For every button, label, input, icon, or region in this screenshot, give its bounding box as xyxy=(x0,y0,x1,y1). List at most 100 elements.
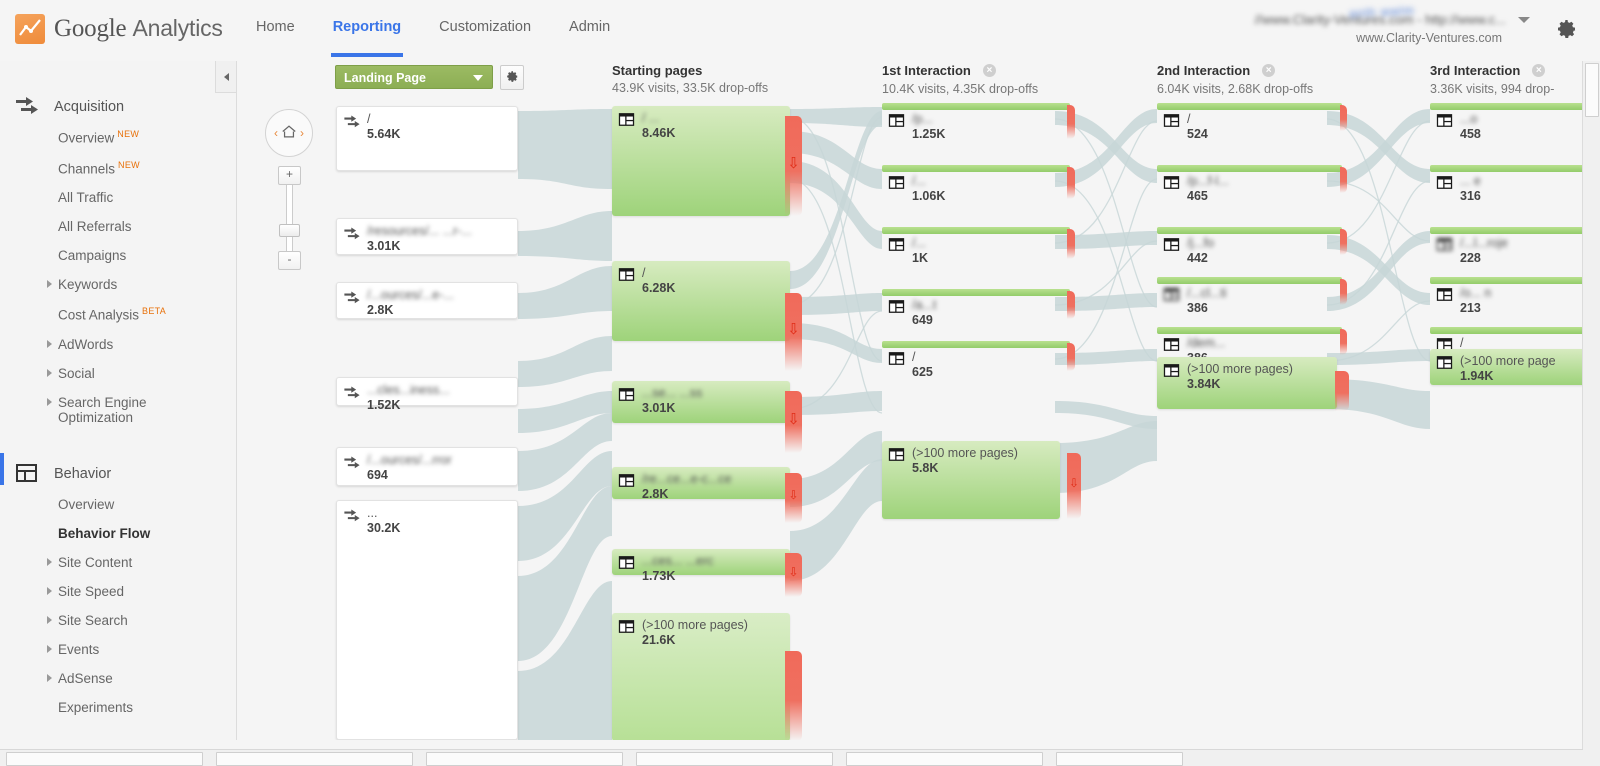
nav-admin[interactable]: Admin xyxy=(550,0,629,42)
sidebar-collapse-button[interactable] xyxy=(215,61,236,93)
node-value: 213 xyxy=(1460,301,1481,315)
landing-page-node[interactable]: ... 30.2K xyxy=(336,500,518,740)
sidebar-item-label: Site Search xyxy=(58,612,128,628)
horizontal-scrollbar-thumb[interactable] xyxy=(6,752,203,766)
sidebar-item-site-content[interactable]: Site Content xyxy=(0,548,236,577)
page-icon xyxy=(888,113,905,131)
interaction3-node[interactable]: /o... n 213 xyxy=(1430,277,1600,317)
sidebar-item-experiments[interactable]: Experiments xyxy=(0,693,236,722)
drop-off-indicator[interactable]: ⇩ xyxy=(785,553,802,597)
horizontal-scrollbar-thumb[interactable] xyxy=(216,752,413,766)
drop-off-indicator[interactable] xyxy=(1340,229,1347,255)
drop-off-indicator[interactable]: ⇩ xyxy=(785,116,802,216)
interaction2-node[interactable]: / 524 xyxy=(1157,103,1342,143)
sidebar-item-label: AdWords xyxy=(58,336,114,352)
interaction1-node[interactable]: /... 1K xyxy=(882,227,1070,267)
drop-off-indicator[interactable] xyxy=(1067,229,1075,259)
interaction3-node[interactable]: ... e 316 xyxy=(1430,165,1600,205)
node-bar xyxy=(882,165,1070,172)
node-label: (>100 more pages) xyxy=(642,618,748,632)
node-label: (>100 more page xyxy=(1460,354,1556,368)
layout-icon xyxy=(14,463,40,486)
drop-off-indicator[interactable] xyxy=(1067,291,1075,319)
nav-home[interactable]: Home xyxy=(237,0,314,42)
interaction1-node[interactable]: /... 1.06K xyxy=(882,165,1070,205)
drop-off-indicator[interactable] xyxy=(1067,343,1075,371)
sidebar-item-all-referrals[interactable]: All Referrals xyxy=(0,212,236,241)
drop-off-indicator[interactable]: ⇩ xyxy=(785,293,802,371)
property-name: www.Clarity-Ventures.com xyxy=(1356,31,1502,45)
drop-off-indicator[interactable]: ⇩ xyxy=(785,391,802,453)
sidebar-item-site-speed[interactable]: Site Speed xyxy=(0,577,236,606)
starting-page-node-more[interactable]: (>100 more pages) 21.6K xyxy=(612,613,790,740)
sidebar-item-events[interactable]: Events xyxy=(0,635,236,664)
drop-off-indicator[interactable] xyxy=(785,651,802,740)
arrows-icon xyxy=(343,225,361,244)
sidebar-item-behavior-flow[interactable]: Behavior Flow xyxy=(0,519,236,548)
sidebar-item-social[interactable]: Social xyxy=(0,359,236,388)
nav-reporting[interactable]: Reporting xyxy=(314,0,420,57)
landing-page-node[interactable]: / 5.64K xyxy=(336,106,518,171)
drop-off-indicator[interactable] xyxy=(1340,167,1347,193)
drop-off-indicator[interactable] xyxy=(1340,279,1347,305)
interaction1-node[interactable]: /p... 1.25K xyxy=(882,103,1070,143)
drop-off-indicator[interactable] xyxy=(1340,105,1347,131)
landing-page-node[interactable]: /...ources/...e-... 2.8K xyxy=(336,282,518,319)
interaction1-node-more[interactable]: (>100 more pages) 5.8K xyxy=(882,441,1060,519)
node-label: /dem... xyxy=(1187,336,1226,350)
horizontal-scrollbar-thumb[interactable] xyxy=(426,752,623,766)
page-icon xyxy=(1436,175,1453,193)
sidebar-item-seo[interactable]: Search Engine Optimization xyxy=(0,388,208,432)
landing-page-node[interactable]: /resources/... ...r-... 3.01K xyxy=(336,218,518,255)
drop-off-indicator[interactable] xyxy=(1067,105,1075,139)
starting-page-node[interactable]: ...se... ...ss 3.01K xyxy=(612,381,790,423)
interaction3-node-more[interactable]: (>100 more page 1.94K xyxy=(1430,349,1600,385)
drop-off-indicator[interactable] xyxy=(1335,371,1349,411)
interaction2-node-more[interactable]: (>100 more pages) 3.84K xyxy=(1157,357,1337,409)
chevron-down-icon[interactable] xyxy=(1518,16,1530,23)
starting-page-node[interactable]: / ... 8.46K xyxy=(612,106,790,216)
sidebar-item-behavior[interactable]: Behavior xyxy=(0,459,236,490)
horizontal-scrollbar[interactable] xyxy=(0,749,1583,766)
horizontal-scrollbar-thumb[interactable] xyxy=(846,752,1043,766)
node-bar xyxy=(1430,103,1600,110)
node-value: 649 xyxy=(912,313,933,327)
interaction2-node[interactable]: /j...fo 442 xyxy=(1157,227,1342,267)
brand-logo[interactable]: Google Analytics xyxy=(15,14,223,44)
interaction3-node[interactable]: ...o 458 xyxy=(1430,103,1600,143)
sidebar-item-label: Events xyxy=(58,641,100,657)
horizontal-scrollbar-thumb[interactable] xyxy=(636,752,833,766)
interaction3-node[interactable]: /...l...roje 228 xyxy=(1430,227,1600,267)
sidebar-item-keywords[interactable]: Keywords xyxy=(0,270,236,299)
sidebar-item-cost-analysis[interactable]: Cost Analysis BETA xyxy=(0,299,236,330)
sidebar-item-adsense[interactable]: AdSense xyxy=(0,664,236,693)
interaction1-node[interactable]: /a...t 649 xyxy=(882,289,1070,329)
horizontal-scrollbar-thumb[interactable] xyxy=(1056,752,1183,766)
sidebar-item-overview[interactable]: Overview NEW xyxy=(0,122,236,153)
drop-off-indicator[interactable] xyxy=(1340,329,1347,355)
sidebar-item-adwords[interactable]: AdWords xyxy=(0,330,236,359)
sidebar-item-channels[interactable]: Channels NEW xyxy=(0,153,236,184)
vertical-scrollbar-thumb[interactable] xyxy=(1585,63,1599,117)
sidebar-item-behavior-overview[interactable]: Overview xyxy=(0,490,236,519)
landing-page-node[interactable]: ...cles...iness... 1.52K xyxy=(336,377,518,412)
account-selector[interactable]: //www.Clarity-Ventures.com - http://www.… xyxy=(1255,3,1530,45)
interaction1-node[interactable]: / 625 xyxy=(882,341,1070,381)
drop-off-indicator[interactable]: ⇩ xyxy=(785,473,802,523)
starting-page-node[interactable]: /re...ce...e-c...ce 2.8K xyxy=(612,467,790,501)
interaction2-node[interactable]: /p...f-l... 465 xyxy=(1157,165,1342,205)
sidebar-item-campaigns[interactable]: Campaigns xyxy=(0,241,236,270)
drop-off-indicator[interactable] xyxy=(1067,167,1075,199)
sidebar-item-acquisition[interactable]: Acquisition xyxy=(0,91,236,122)
sidebar-item-site-search[interactable]: Site Search xyxy=(0,606,236,635)
down-arrow-icon: ⇩ xyxy=(787,410,800,428)
gear-icon[interactable] xyxy=(1556,18,1578,43)
nav-customization[interactable]: Customization xyxy=(420,0,550,42)
drop-off-indicator[interactable]: ⇩ xyxy=(1067,453,1081,519)
sidebar-item-all-traffic[interactable]: All Traffic xyxy=(0,183,236,212)
interaction2-node[interactable]: /...cl...ti 386 xyxy=(1157,277,1342,317)
landing-page-node[interactable]: /...ources/...rror 694 xyxy=(336,447,518,486)
vertical-scrollbar[interactable] xyxy=(1582,61,1600,750)
starting-page-node[interactable]: ...ces... ...erc 1.73K xyxy=(612,549,790,583)
starting-page-node[interactable]: / 6.28K xyxy=(612,261,790,341)
